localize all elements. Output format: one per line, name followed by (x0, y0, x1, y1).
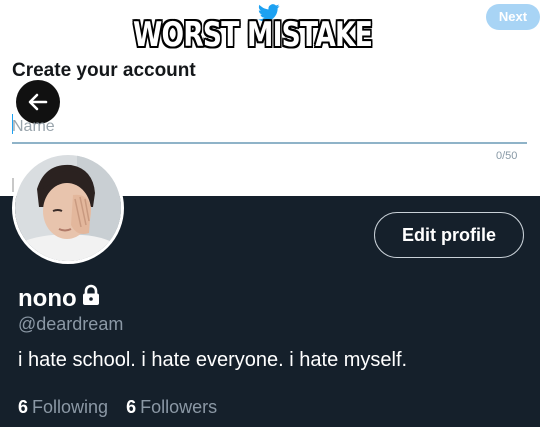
avatar[interactable] (12, 152, 124, 264)
character-counter: 0/50 (496, 150, 518, 162)
following-count: 6 (18, 397, 29, 417)
display-name: nono (18, 284, 77, 312)
page-title: Create your account (12, 60, 196, 81)
followers-count: 6 (126, 397, 137, 417)
followers-label: Followers (140, 397, 218, 417)
text-caret (12, 114, 13, 134)
following-label: Following (32, 397, 109, 417)
lock-icon (81, 284, 101, 313)
followers-link[interactable]: 6 Followers (126, 397, 217, 418)
username-handle: @deardream (18, 314, 124, 334)
following-link[interactable]: 6 Following (18, 397, 108, 418)
next-button[interactable]: Next (486, 4, 540, 30)
display-name-row: nono (18, 284, 101, 313)
profile-bio: i hate school. i hate everyone. i hate m… (18, 349, 408, 371)
follow-stats: 6 Following 6 Followers (18, 397, 217, 418)
name-input[interactable] (12, 112, 527, 144)
edit-profile-button[interactable]: Edit profile (374, 212, 524, 258)
meme-caption: WORST MISTAKE (133, 15, 373, 55)
